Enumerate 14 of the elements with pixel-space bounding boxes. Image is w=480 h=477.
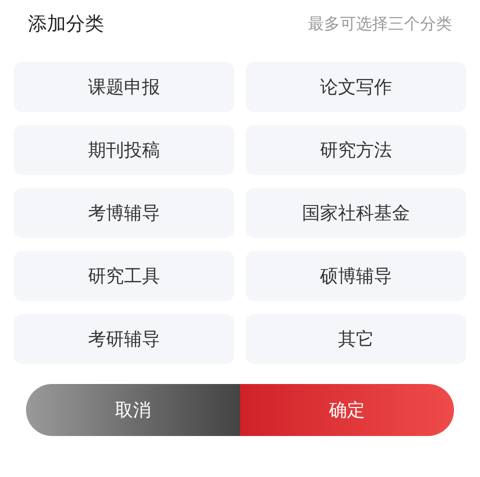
category-option[interactable]: 课题申报 [14, 62, 234, 112]
category-option[interactable]: 研究方法 [246, 125, 466, 175]
selection-hint: 最多可选择三个分类 [308, 13, 452, 35]
confirm-button[interactable]: 确定 [240, 384, 454, 436]
category-option[interactable]: 其它 [246, 314, 466, 364]
cancel-button[interactable]: 取消 [26, 384, 240, 436]
category-option[interactable]: 硕博辅导 [246, 251, 466, 301]
category-option[interactable]: 国家社科基金 [246, 188, 466, 238]
category-option[interactable]: 考研辅导 [14, 314, 234, 364]
category-option[interactable]: 研究工具 [14, 251, 234, 301]
category-option[interactable]: 论文写作 [246, 62, 466, 112]
dialog-title: 添加分类 [28, 12, 104, 37]
category-option[interactable]: 期刊投稿 [14, 125, 234, 175]
category-option[interactable]: 考博辅导 [14, 188, 234, 238]
